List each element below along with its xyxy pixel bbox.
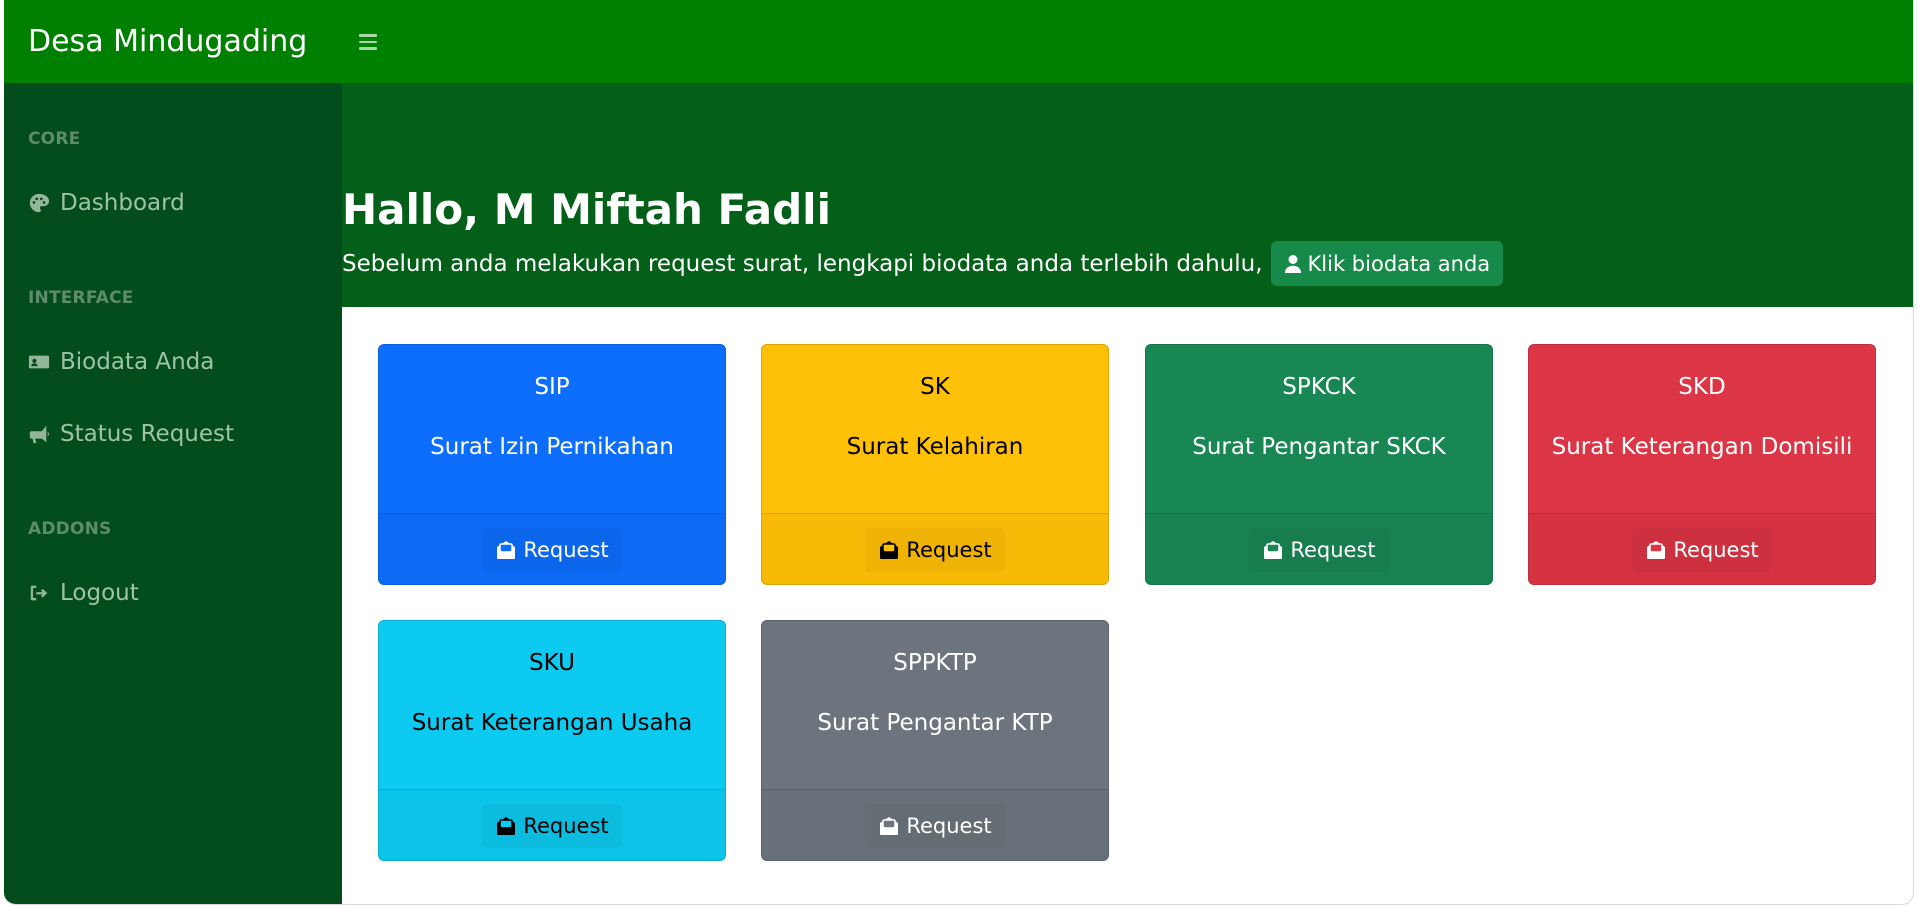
sidebar: CORE Dashboard INTERFACE Biodata Anda St… (4, 83, 342, 904)
card-code: SK (920, 374, 950, 400)
sidebar-item-dashboard[interactable]: Dashboard (28, 185, 185, 221)
request-button-label: Request (1673, 538, 1759, 562)
card-code: SKU (529, 650, 575, 676)
menu-icon-line (359, 34, 377, 37)
welcome-banner: Hallo, M Miftah Fadli Sebelum anda melak… (342, 83, 1913, 307)
id-card-icon (28, 355, 50, 369)
brand-title[interactable]: Desa Mindugading (28, 24, 307, 60)
biodata-button[interactable]: Klik biodata anda (1270, 241, 1504, 286)
sidebar-item-label: Logout (60, 580, 139, 606)
card-sppktp: SPPKTP Surat Pengantar KTP Request (761, 620, 1109, 861)
envelope-open-text-icon (1647, 541, 1666, 559)
request-button-label: Request (906, 538, 992, 562)
sidebar-item-label: Dashboard (60, 190, 185, 216)
card-code: SPKCK (1282, 374, 1356, 400)
card-sk: SK Surat Kelahiran Request (761, 344, 1109, 585)
greeting-heading: Hallo, M Miftah Fadli (342, 185, 831, 234)
biodata-notice: Sebelum anda melakukan request surat, le… (342, 241, 1504, 286)
top-navbar: Desa Mindugading (4, 0, 1913, 83)
request-button-label: Request (523, 814, 609, 838)
card-footer: Request (1146, 513, 1492, 584)
request-button-sip[interactable]: Request (482, 528, 621, 572)
biodata-button-label: Klik biodata anda (1307, 251, 1491, 276)
card-footer: Request (762, 789, 1108, 860)
sidebar-heading-interface: INTERFACE (28, 288, 134, 308)
request-button-sppktp[interactable]: Request (865, 804, 1004, 848)
app-window: Desa Mindugading CORE Dashboard INTERFAC… (4, 0, 1914, 905)
sidebar-item-label: Status Request (60, 421, 235, 447)
envelope-open-text-icon (880, 541, 899, 559)
card-code: SKD (1678, 374, 1726, 400)
menu-icon-line (359, 40, 377, 44)
menu-icon-line (359, 47, 377, 50)
sidebar-item-status-request[interactable]: Status Request (28, 416, 234, 452)
user-icon (1284, 254, 1301, 273)
sidebar-item-biodata[interactable]: Biodata Anda (28, 344, 214, 380)
card-footer: Request (1529, 513, 1875, 584)
card-title: Surat Pengantar SKCK (1192, 434, 1446, 460)
card-footer: Request (379, 789, 725, 860)
request-button-label: Request (523, 538, 609, 562)
envelope-open-text-icon (497, 817, 516, 835)
card-sku: SKU Surat Keterangan Usaha Request (378, 620, 726, 861)
request-button-spkck[interactable]: Request (1249, 528, 1388, 572)
card-title: Surat Keterangan Usaha (411, 710, 693, 736)
sidebar-heading-addons: ADDONS (28, 519, 112, 539)
request-button-label: Request (1290, 538, 1376, 562)
sidebar-heading-core: CORE (28, 129, 81, 149)
envelope-open-text-icon (497, 541, 516, 559)
request-button-sku[interactable]: Request (482, 804, 621, 848)
card-sip: SIP Surat Izin Pernikahan Request (378, 344, 726, 585)
request-button-label: Request (906, 814, 992, 838)
card-spkck: SPKCK Surat Pengantar SKCK Request (1145, 344, 1493, 585)
card-footer: Request (379, 513, 725, 584)
request-button-sk[interactable]: Request (865, 528, 1004, 572)
notice-text: Sebelum anda melakukan request surat, le… (342, 250, 1263, 277)
envelope-open-text-icon (880, 817, 899, 835)
sidebar-toggle-button[interactable] (352, 26, 384, 58)
card-code: SPPKTP (893, 650, 977, 676)
card-title: Surat Pengantar KTP (817, 710, 1053, 736)
request-button-skd[interactable]: Request (1632, 528, 1771, 572)
sidebar-item-logout[interactable]: Logout (28, 575, 139, 611)
card-title: Surat Keterangan Domisili (1551, 434, 1853, 460)
envelope-open-text-icon (1264, 541, 1283, 559)
bullhorn-icon (29, 425, 49, 444)
card-footer: Request (762, 513, 1108, 584)
sign-out-icon (30, 585, 48, 601)
sidebar-item-label: Biodata Anda (60, 349, 215, 375)
palette-icon (29, 193, 50, 213)
card-title: Surat Izin Pernikahan (430, 434, 674, 460)
card-code: SIP (534, 374, 570, 400)
card-skd: SKD Surat Keterangan Domisili Request (1528, 344, 1876, 585)
card-title: Surat Kelahiran (846, 434, 1024, 460)
